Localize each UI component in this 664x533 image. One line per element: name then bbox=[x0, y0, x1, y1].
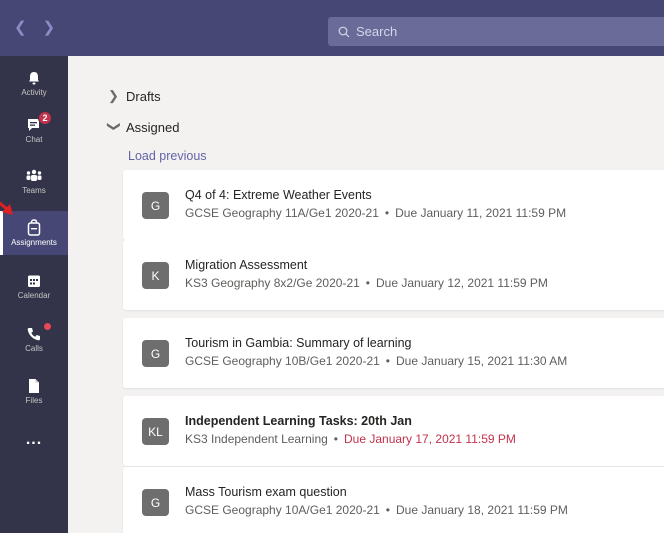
assignment-card[interactable]: KL Independent Learning Tasks: 20th Jan KS… bbox=[123, 396, 664, 466]
teams-icon bbox=[26, 169, 42, 181]
search-icon bbox=[338, 26, 350, 37]
chevron-down-icon: ❯ bbox=[107, 121, 122, 132]
due-date: Due January 11, 2021 11:59 PM bbox=[395, 206, 567, 220]
assigned-label: Assigned bbox=[126, 119, 180, 135]
rail-label: Calls bbox=[25, 343, 43, 353]
separator: • bbox=[385, 354, 390, 368]
assignment-meta: GCSE Geography 10A/Ge1 2020-21 • Due Janua… bbox=[185, 503, 568, 517]
separator: • bbox=[365, 276, 370, 290]
assignment-title: Tourism in Gambia: Summary of learning bbox=[185, 336, 412, 350]
bell-icon bbox=[29, 71, 39, 84]
top-bar: ❮ ❯ Search bbox=[0, 0, 664, 56]
separator: • bbox=[384, 206, 390, 220]
rail-item-activity[interactable]: Activity bbox=[0, 61, 68, 105]
class-name: GCSE Geography 11A/Ge1 2020-21 bbox=[185, 206, 379, 220]
class-avatar: KL bbox=[142, 418, 169, 445]
assignment-card[interactable]: G Tourism in Gambia: Summary of learning G… bbox=[123, 318, 664, 388]
chevron-left-icon[interactable]: ❮ bbox=[14, 18, 27, 36]
search-placeholder: Search bbox=[356, 24, 398, 39]
assignment-title: Independent Learning Tasks: 20th Jan bbox=[185, 414, 412, 428]
assignment-meta: KS3 Geography 8x2/Ge 2020-21 • Due January… bbox=[185, 276, 548, 290]
app-rail: Activity 2 Chat Teams Assignments Calend… bbox=[0, 56, 68, 533]
assignment-card[interactable]: G Mass Tourism exam question GCSE Geograph… bbox=[123, 467, 664, 533]
due-date: Due January 17, 2021 11:59 PM bbox=[344, 432, 516, 446]
search-input[interactable]: Search bbox=[328, 17, 664, 46]
rail-item-calls[interactable]: Calls bbox=[0, 317, 68, 361]
file-icon bbox=[29, 378, 39, 393]
assignment-meta: KS3 Independent Learning • Due January 17,… bbox=[185, 432, 516, 446]
rail-label: Files bbox=[25, 395, 43, 405]
assignment-meta: GCSE Geography 10B/Ge1 2020-21 • Due Janua… bbox=[185, 354, 567, 368]
rail-item-files[interactable]: Files bbox=[0, 369, 68, 413]
assignment-title: Mass Tourism exam question bbox=[185, 485, 347, 499]
rail-label: Teams bbox=[22, 185, 46, 195]
chevron-right-icon: ❯ bbox=[108, 88, 119, 103]
rail-item-teams[interactable]: Teams bbox=[0, 159, 68, 203]
assignments-pane: ❯ Drafts ❯ Assigned Load previous G Q4 of… bbox=[68, 56, 664, 533]
due-date: Due January 18, 2021 11:59 PM bbox=[396, 503, 568, 517]
history-nav: ❮ ❯ bbox=[14, 18, 55, 36]
assignment-meta: GCSE Geography 11A/Ge1 2020-21 • Due Janua… bbox=[185, 206, 566, 220]
rail-label: Activity bbox=[21, 87, 47, 97]
assignment-card[interactable]: G Q4 of 4: Extreme Weather Events GCSE Geo… bbox=[123, 170, 664, 240]
rail-label: Calendar bbox=[17, 290, 51, 300]
class-avatar: K bbox=[142, 262, 169, 289]
assigned-section-toggle[interactable]: ❯ Assigned bbox=[107, 119, 180, 135]
chat-badge: 2 bbox=[38, 111, 52, 125]
drafts-label: Drafts bbox=[126, 88, 161, 104]
class-avatar: G bbox=[142, 340, 169, 367]
class-name: KS3 Geography 8x2/Ge 2020-21 bbox=[185, 276, 360, 290]
assignment-title: Q4 of 4: Extreme Weather Events bbox=[185, 188, 372, 202]
calls-notification-dot bbox=[44, 323, 51, 330]
chevron-right-icon[interactable]: ❯ bbox=[43, 18, 56, 36]
due-date: Due January 15, 2021 11:30 AM bbox=[396, 354, 568, 368]
assignment-title: Migration Assessment bbox=[185, 258, 308, 272]
class-name: GCSE Geography 10A/Ge1 2020-21 bbox=[185, 503, 380, 517]
separator: • bbox=[333, 432, 338, 446]
calendar-icon bbox=[28, 275, 40, 287]
rail-item-calendar[interactable]: Calendar bbox=[0, 264, 68, 308]
class-avatar: G bbox=[142, 489, 169, 516]
rail-label: Assignments bbox=[11, 238, 57, 247]
rail-item-chat[interactable]: 2 Chat bbox=[0, 108, 68, 152]
load-previous-link[interactable]: Load previous bbox=[128, 149, 207, 163]
class-avatar: G bbox=[142, 192, 169, 219]
more-icon: ... bbox=[25, 431, 43, 448]
assignments-icon bbox=[27, 219, 41, 236]
drafts-section-toggle[interactable]: ❯ Drafts bbox=[108, 88, 161, 104]
annotation-arrow-icon bbox=[0, 201, 13, 215]
due-date: Due January 12, 2021 11:59 PM bbox=[376, 276, 548, 290]
separator: • bbox=[385, 503, 390, 517]
rail-item-more[interactable]: ... bbox=[0, 418, 68, 462]
class-name: KS3 Independent Learning bbox=[185, 432, 328, 446]
class-name: GCSE Geography 10B/Ge1 2020-21 bbox=[185, 354, 380, 368]
phone-icon bbox=[27, 327, 40, 340]
rail-label: Chat bbox=[25, 134, 43, 144]
assignment-card[interactable]: K Migration Assessment KS3 Geography 8x2/G… bbox=[123, 240, 664, 310]
